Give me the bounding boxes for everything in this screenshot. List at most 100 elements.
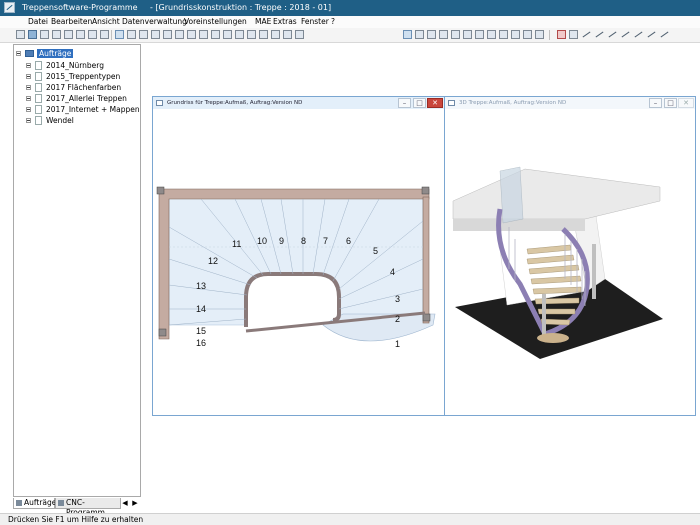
tab-cnc-programm[interactable]: CNC-Programm — [55, 498, 121, 517]
expand-icon[interactable] — [26, 118, 31, 123]
list-view-icon[interactable] — [247, 30, 256, 39]
menu-extras[interactable]: Extras — [273, 17, 297, 26]
close-button[interactable]: ✕ — [427, 98, 443, 108]
menu-ansicht[interactable]: Ansicht — [92, 17, 120, 26]
view-table-icon[interactable] — [127, 30, 136, 39]
tree-item[interactable]: 2017 Flächenfarben — [26, 83, 136, 93]
step-number: 3 — [395, 294, 400, 304]
close-doc-icon[interactable] — [295, 30, 304, 39]
view-stack-icon[interactable] — [187, 30, 196, 39]
tree-item[interactable]: 2014_Nürnberg — [26, 61, 136, 71]
orders-icon — [16, 500, 22, 506]
menu-help[interactable]: ? — [331, 17, 335, 26]
toolbar-separator — [111, 30, 112, 40]
split-window-icon[interactable] — [223, 30, 232, 39]
view3d-window[interactable]: 3D Treppe:Aufmaß, Auftrag:Version ND – □… — [444, 96, 696, 416]
stair-straight-icon[interactable] — [403, 30, 412, 39]
view-list-icon[interactable] — [151, 30, 160, 39]
window-icon[interactable] — [211, 30, 220, 39]
step-number: 13 — [196, 281, 206, 291]
branch-tool-icon[interactable] — [634, 30, 643, 39]
toolbar — [0, 28, 700, 43]
lightbulb-icon[interactable] — [199, 30, 208, 39]
save-icon[interactable] — [28, 30, 37, 39]
paste-icon[interactable] — [52, 30, 61, 39]
angle-tool-icon[interactable] — [608, 30, 617, 39]
exit-icon[interactable] — [283, 30, 292, 39]
railing-icon[interactable] — [523, 30, 532, 39]
minimize-button[interactable]: – — [649, 98, 662, 108]
view3d-canvas[interactable] — [445, 109, 695, 415]
tree-item[interactable]: 2015_Treppentypen — [26, 72, 136, 82]
fork-tool-icon[interactable] — [647, 30, 656, 39]
maximize-button[interactable]: □ — [413, 98, 426, 108]
menu-bearbeiten[interactable]: Bearbeiten — [51, 17, 92, 26]
polyline-tool-icon[interactable] — [621, 30, 630, 39]
measure-tool-icon[interactable] — [660, 30, 669, 39]
stair-half-icon[interactable] — [451, 30, 460, 39]
export-icon[interactable] — [271, 30, 280, 39]
step-number: 16 — [196, 338, 206, 348]
redo-icon[interactable] — [100, 30, 109, 39]
expand-icon[interactable] — [26, 96, 31, 101]
app-logo-icon — [4, 2, 15, 13]
line-tool-icon[interactable] — [582, 30, 591, 39]
print-preview-icon[interactable] — [76, 30, 85, 39]
tree-root[interactable]: Aufträge — [16, 49, 116, 59]
arrange-icon[interactable] — [259, 30, 268, 39]
menu-datei[interactable]: Datei — [28, 17, 48, 26]
expand-icon[interactable] — [26, 74, 31, 79]
menu-datenverwaltung[interactable]: Datenverwaltung — [122, 17, 187, 26]
document-icon — [35, 72, 42, 81]
floorplan-canvas[interactable]: 1 2 3 4 5 6 7 8 9 10 11 12 13 14 15 16 — [153, 109, 444, 415]
stair-winder-icon[interactable] — [439, 30, 448, 39]
tab-scroll-left-icon[interactable]: ◀ — [121, 499, 129, 508]
document-icon — [35, 116, 42, 125]
collapse-icon[interactable] — [16, 51, 21, 56]
view-3d-icon[interactable] — [139, 30, 148, 39]
tree-item[interactable]: Wendel — [26, 116, 136, 126]
undo-icon[interactable] — [88, 30, 97, 39]
stair-quarter-icon[interactable] — [463, 30, 472, 39]
expand-icon[interactable] — [26, 85, 31, 90]
wall-icon[interactable] — [499, 30, 508, 39]
tree-item[interactable]: 2017_Allerlei Treppen — [26, 94, 136, 104]
tile-window-icon[interactable] — [235, 30, 244, 39]
folder-icon — [25, 50, 34, 57]
status-text: Drücken Sie F1 um Hilfe zu erhalten — [8, 515, 144, 524]
view-grid-icon[interactable] — [163, 30, 172, 39]
stair-l-icon[interactable] — [415, 30, 424, 39]
minimize-button[interactable]: – — [398, 98, 411, 108]
menu-mae[interactable]: MAE — [255, 17, 271, 26]
expand-icon[interactable] — [26, 63, 31, 68]
floorplan-window[interactable]: Grundriss für Treppe:Aufmaß, Auftrag:Ver… — [152, 96, 445, 416]
tree-item[interactable]: 2017_Internet + Mappen — [26, 105, 140, 115]
glass-railing — [499, 166, 524, 224]
close-button[interactable]: ✕ — [678, 98, 694, 108]
new-file-icon[interactable] — [16, 30, 25, 39]
corner-post — [422, 313, 431, 322]
tab-scroll-right-icon[interactable]: ▶ — [131, 499, 139, 508]
maximize-button[interactable]: □ — [664, 98, 677, 108]
tab-auftraege[interactable]: Aufträge — [13, 498, 56, 509]
step-number: 6 — [346, 236, 351, 246]
triangle-tool-icon[interactable] — [569, 30, 578, 39]
right-wall — [422, 196, 430, 324]
circle-tool-icon[interactable] — [557, 30, 566, 39]
status-bar: Drücken Sie F1 um Hilfe zu erhalten — [0, 513, 700, 525]
step-number: 9 — [279, 236, 284, 246]
expand-icon[interactable] — [26, 107, 31, 112]
baluster-icon[interactable] — [535, 30, 544, 39]
stair-spiral-icon[interactable] — [475, 30, 484, 39]
menu-fenster[interactable]: Fenster — [301, 17, 329, 26]
landing-icon[interactable] — [487, 30, 496, 39]
view-detail-icon[interactable] — [175, 30, 184, 39]
diagonal-tool-icon[interactable] — [595, 30, 604, 39]
menu-voreinstellungen[interactable]: Voreinstellungen — [184, 17, 247, 26]
post-icon[interactable] — [511, 30, 520, 39]
view-floorplan-icon[interactable] — [115, 30, 124, 39]
corner-post — [421, 186, 430, 195]
copy-icon[interactable] — [40, 30, 49, 39]
print-icon[interactable] — [64, 30, 73, 39]
stair-u-icon[interactable] — [427, 30, 436, 39]
